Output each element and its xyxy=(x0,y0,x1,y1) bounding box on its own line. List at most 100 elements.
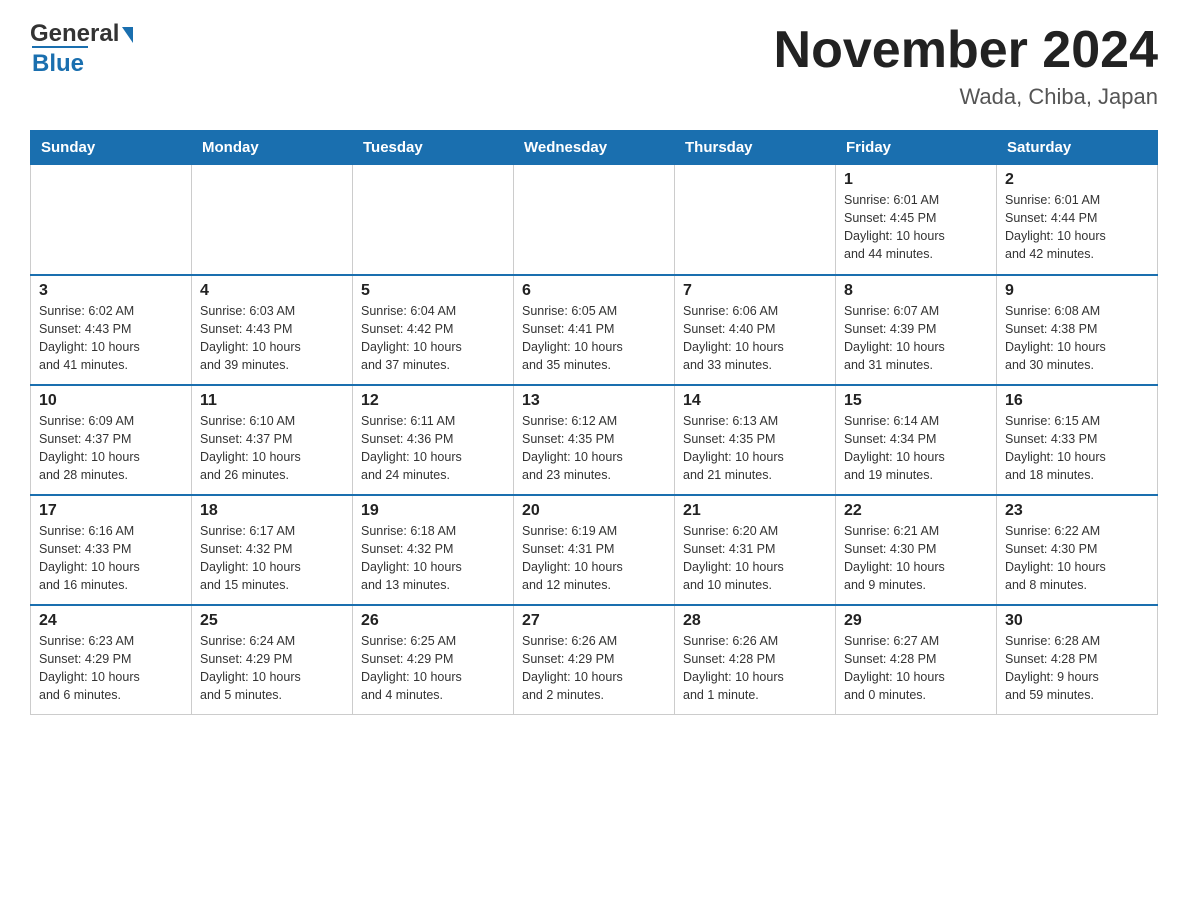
table-row: 23 Sunrise: 6:22 AMSunset: 4:30 PMDayligh… xyxy=(997,495,1158,605)
day-number: 1 xyxy=(844,171,988,189)
table-row: 24Sunrise: 6:23 AMSunset: 4:29 PMDayligh… xyxy=(31,605,192,715)
day-info: Sunrise: 6:25 AMSunset: 4:29 PMDaylight:… xyxy=(361,632,505,705)
day-number: 22 xyxy=(844,502,988,520)
day-info: Sunrise: 6:15 AMSunset: 4:33 PMDaylight:… xyxy=(1005,412,1149,485)
day-info: Sunrise: 6:27 AMSunset: 4:28 PMDaylight:… xyxy=(844,632,988,705)
table-row xyxy=(192,165,353,275)
table-row: 22Sunrise: 6:21 AMSunset: 4:30 PMDayligh… xyxy=(836,495,997,605)
day-info: Sunrise: 6:01 AMSunset: 4:44 PMDaylight:… xyxy=(1005,191,1149,264)
col-thursday: Thursday xyxy=(675,131,836,165)
day-number: 15 xyxy=(844,392,988,410)
day-info: Sunrise: 6:20 AMSunset: 4:31 PMDaylight:… xyxy=(683,522,827,595)
table-row xyxy=(31,165,192,275)
day-info: Sunrise: 6:24 AMSunset: 4:29 PMDaylight:… xyxy=(200,632,344,705)
day-number: 20 xyxy=(522,502,666,520)
table-row: 15 Sunrise: 6:14 AMSunset: 4:34 PMDayligh… xyxy=(836,385,997,495)
calendar: Sunday Monday Tuesday Wednesday Thursday… xyxy=(30,130,1158,715)
page-header: General Blue November 2024 Wada, Chiba, … xyxy=(30,20,1158,110)
table-row: 28 Sunrise: 6:26 AMSunset: 4:28 PMDayligh… xyxy=(675,605,836,715)
day-info: Sunrise: 6:14 AMSunset: 4:34 PMDaylight:… xyxy=(844,412,988,485)
col-wednesday: Wednesday xyxy=(514,131,675,165)
col-saturday: Saturday xyxy=(997,131,1158,165)
table-row: 13 Sunrise: 6:12 AMSunset: 4:35 PMDayligh… xyxy=(514,385,675,495)
day-number: 16 xyxy=(1005,392,1149,410)
day-number: 26 xyxy=(361,612,505,630)
day-info: Sunrise: 6:28 AMSunset: 4:28 PMDaylight:… xyxy=(1005,632,1149,705)
logo: General Blue xyxy=(30,20,133,78)
title-block: November 2024 Wada, Chiba, Japan xyxy=(774,20,1158,110)
day-number: 30 xyxy=(1005,612,1149,630)
table-row: 6 Sunrise: 6:05 AMSunset: 4:41 PMDaylight… xyxy=(514,275,675,385)
day-info: Sunrise: 6:26 AMSunset: 4:28 PMDaylight:… xyxy=(683,632,827,705)
table-row: 21Sunrise: 6:20 AMSunset: 4:31 PMDayligh… xyxy=(675,495,836,605)
day-info: Sunrise: 6:13 AMSunset: 4:35 PMDaylight:… xyxy=(683,412,827,485)
col-tuesday: Tuesday xyxy=(353,131,514,165)
day-info: Sunrise: 6:03 AMSunset: 4:43 PMDaylight:… xyxy=(200,302,344,375)
table-row: 14 Sunrise: 6:13 AMSunset: 4:35 PMDayligh… xyxy=(675,385,836,495)
table-row: 1 Sunrise: 6:01 AMSunset: 4:45 PMDaylight… xyxy=(836,165,997,275)
day-info: Sunrise: 6:23 AMSunset: 4:29 PMDaylight:… xyxy=(39,632,183,705)
day-number: 23 xyxy=(1005,502,1149,520)
calendar-week-row: 17 Sunrise: 6:16 AMSunset: 4:33 PMDayligh… xyxy=(31,495,1158,605)
table-row: 5Sunrise: 6:04 AMSunset: 4:42 PMDaylight… xyxy=(353,275,514,385)
day-number: 13 xyxy=(522,392,666,410)
table-row: 30 Sunrise: 6:28 AMSunset: 4:28 PMDayligh… xyxy=(997,605,1158,715)
day-info: Sunrise: 6:06 AMSunset: 4:40 PMDaylight:… xyxy=(683,302,827,375)
day-number: 7 xyxy=(683,282,827,300)
table-row: 12Sunrise: 6:11 AMSunset: 4:36 PMDayligh… xyxy=(353,385,514,495)
table-row: 11Sunrise: 6:10 AMSunset: 4:37 PMDayligh… xyxy=(192,385,353,495)
calendar-week-row: 1 Sunrise: 6:01 AMSunset: 4:45 PMDaylight… xyxy=(31,165,1158,275)
day-number: 28 xyxy=(683,612,827,630)
day-number: 18 xyxy=(200,502,344,520)
day-info: Sunrise: 6:01 AMSunset: 4:45 PMDaylight:… xyxy=(844,191,988,264)
location: Wada, Chiba, Japan xyxy=(774,84,1158,110)
table-row xyxy=(514,165,675,275)
logo-general: General xyxy=(30,20,119,48)
table-row: 26 Sunrise: 6:25 AMSunset: 4:29 PMDayligh… xyxy=(353,605,514,715)
logo-blue: Blue xyxy=(32,46,88,78)
table-row: 16 Sunrise: 6:15 AMSunset: 4:33 PMDayligh… xyxy=(997,385,1158,495)
calendar-header-row: Sunday Monday Tuesday Wednesday Thursday… xyxy=(31,131,1158,165)
day-info: Sunrise: 6:19 AMSunset: 4:31 PMDaylight:… xyxy=(522,522,666,595)
day-info: Sunrise: 6:18 AMSunset: 4:32 PMDaylight:… xyxy=(361,522,505,595)
day-number: 8 xyxy=(844,282,988,300)
logo-triangle-icon xyxy=(122,27,133,43)
table-row: 3Sunrise: 6:02 AMSunset: 4:43 PMDaylight… xyxy=(31,275,192,385)
day-number: 2 xyxy=(1005,171,1149,189)
table-row: 18 Sunrise: 6:17 AMSunset: 4:32 PMDayligh… xyxy=(192,495,353,605)
day-info: Sunrise: 6:17 AMSunset: 4:32 PMDaylight:… xyxy=(200,522,344,595)
col-monday: Monday xyxy=(192,131,353,165)
calendar-week-row: 10 Sunrise: 6:09 AMSunset: 4:37 PMDayligh… xyxy=(31,385,1158,495)
day-number: 9 xyxy=(1005,282,1149,300)
day-number: 6 xyxy=(522,282,666,300)
day-info: Sunrise: 6:26 AMSunset: 4:29 PMDaylight:… xyxy=(522,632,666,705)
table-row: 25 Sunrise: 6:24 AMSunset: 4:29 PMDayligh… xyxy=(192,605,353,715)
day-info: Sunrise: 6:08 AMSunset: 4:38 PMDaylight:… xyxy=(1005,302,1149,375)
day-info: Sunrise: 6:12 AMSunset: 4:35 PMDaylight:… xyxy=(522,412,666,485)
day-number: 12 xyxy=(361,392,505,410)
day-info: Sunrise: 6:22 AMSunset: 4:30 PMDaylight:… xyxy=(1005,522,1149,595)
day-info: Sunrise: 6:05 AMSunset: 4:41 PMDaylight:… xyxy=(522,302,666,375)
day-number: 5 xyxy=(361,282,505,300)
table-row: 27 Sunrise: 6:26 AMSunset: 4:29 PMDayligh… xyxy=(514,605,675,715)
table-row: 9 Sunrise: 6:08 AMSunset: 4:38 PMDaylight… xyxy=(997,275,1158,385)
day-number: 10 xyxy=(39,392,183,410)
col-friday: Friday xyxy=(836,131,997,165)
table-row: 4 Sunrise: 6:03 AMSunset: 4:43 PMDaylight… xyxy=(192,275,353,385)
day-number: 11 xyxy=(200,392,344,410)
day-number: 17 xyxy=(39,502,183,520)
day-number: 29 xyxy=(844,612,988,630)
day-info: Sunrise: 6:16 AMSunset: 4:33 PMDaylight:… xyxy=(39,522,183,595)
day-number: 27 xyxy=(522,612,666,630)
day-info: Sunrise: 6:09 AMSunset: 4:37 PMDaylight:… xyxy=(39,412,183,485)
table-row: 7 Sunrise: 6:06 AMSunset: 4:40 PMDaylight… xyxy=(675,275,836,385)
table-row xyxy=(675,165,836,275)
col-sunday: Sunday xyxy=(31,131,192,165)
month-title: November 2024 xyxy=(774,20,1158,80)
table-row: 8Sunrise: 6:07 AMSunset: 4:39 PMDaylight… xyxy=(836,275,997,385)
day-number: 14 xyxy=(683,392,827,410)
day-number: 25 xyxy=(200,612,344,630)
day-number: 4 xyxy=(200,282,344,300)
table-row xyxy=(353,165,514,275)
day-number: 3 xyxy=(39,282,183,300)
